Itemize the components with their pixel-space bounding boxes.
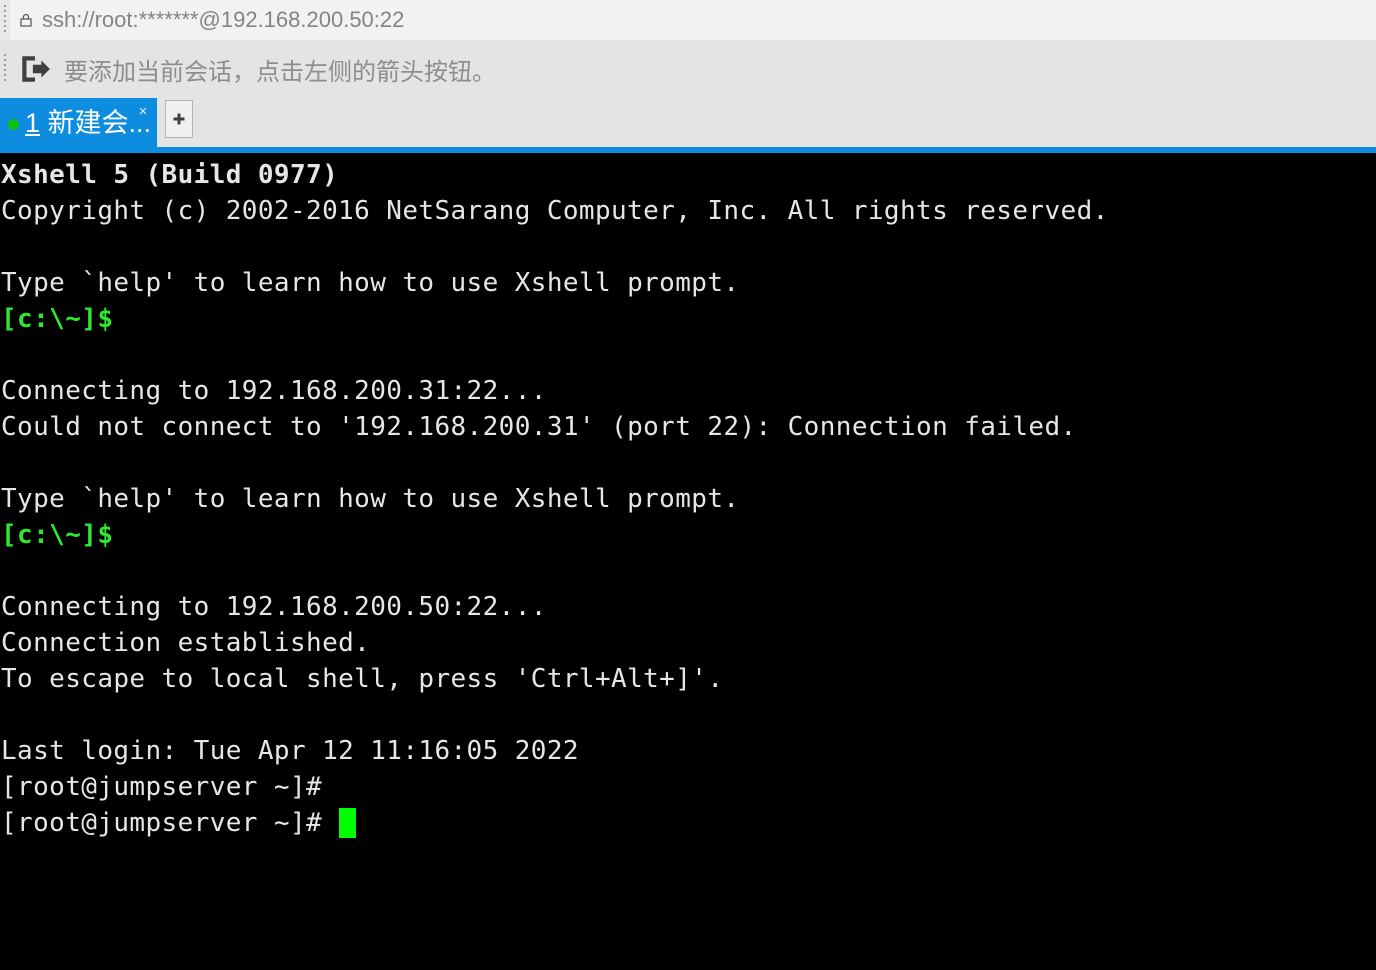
- new-tab-button[interactable]: [165, 100, 194, 138]
- terminal-line: [root@jumpserver ~]#: [1, 805, 1376, 841]
- address-input[interactable]: ssh://root:*******@192.168.200.50:22: [10, 0, 1376, 40]
- terminal-line: [root@jumpserver ~]#: [1, 772, 323, 802]
- session-hint-bar: 要添加当前会话，点击左侧的箭头按钮。: [0, 40, 1376, 98]
- lock-icon: [20, 13, 32, 27]
- tab-status-dot-icon: [8, 119, 19, 130]
- drag-grip-icon-hint[interactable]: [0, 40, 10, 98]
- tab-session-1[interactable]: 1 新建会... ×: [0, 98, 158, 147]
- close-icon[interactable]: ×: [135, 104, 151, 120]
- tab-session-1-label: 1 新建会...: [25, 110, 151, 137]
- terminal-line: Connection established.: [1, 628, 371, 658]
- drag-grip-dots-hint: [4, 54, 6, 84]
- terminal-prompt-text: [root@jumpserver ~]#: [1, 808, 339, 838]
- address-toolbar: ssh://root:*******@192.168.200.50:22: [0, 0, 1376, 40]
- terminal-line: Copyright (c) 2002-2016 NetSarang Comput…: [1, 196, 1109, 226]
- terminal-line: Could not connect to '192.168.200.31' (p…: [1, 412, 1077, 442]
- terminal-line: Last login: Tue Apr 12 11:16:05 2022: [1, 736, 579, 766]
- drag-grip-icon[interactable]: [0, 0, 10, 40]
- terminal-line: [c:\~]$: [1, 304, 114, 334]
- terminal-line: Type `help' to learn how to use Xshell p…: [1, 268, 740, 298]
- tab-session-1-number: 1: [25, 108, 41, 138]
- session-hint-text: 要添加当前会话，点击左侧的箭头按钮。: [64, 58, 496, 86]
- drag-grip-dots: [4, 5, 6, 35]
- address-url-text: ssh://root:*******@192.168.200.50:22: [42, 7, 405, 32]
- terminal-output[interactable]: Xshell 5 (Build 0977) Copyright (c) 2002-…: [0, 153, 1376, 969]
- plus-icon: [173, 113, 185, 125]
- terminal-line: Connecting to 192.168.200.31:22...: [1, 376, 547, 406]
- terminal-line: Xshell 5 (Build 0977): [1, 160, 339, 190]
- terminal-line: Connecting to 192.168.200.50:22...: [1, 592, 547, 622]
- tab-strip: 1 新建会... ×: [0, 98, 1376, 147]
- add-session-arrow-icon: [22, 56, 50, 82]
- terminal-line: To escape to local shell, press 'Ctrl+Al…: [1, 664, 724, 694]
- terminal-line: [c:\~]$: [1, 520, 114, 550]
- terminal-cursor: [339, 808, 357, 838]
- terminal-line: Type `help' to learn how to use Xshell p…: [1, 484, 740, 514]
